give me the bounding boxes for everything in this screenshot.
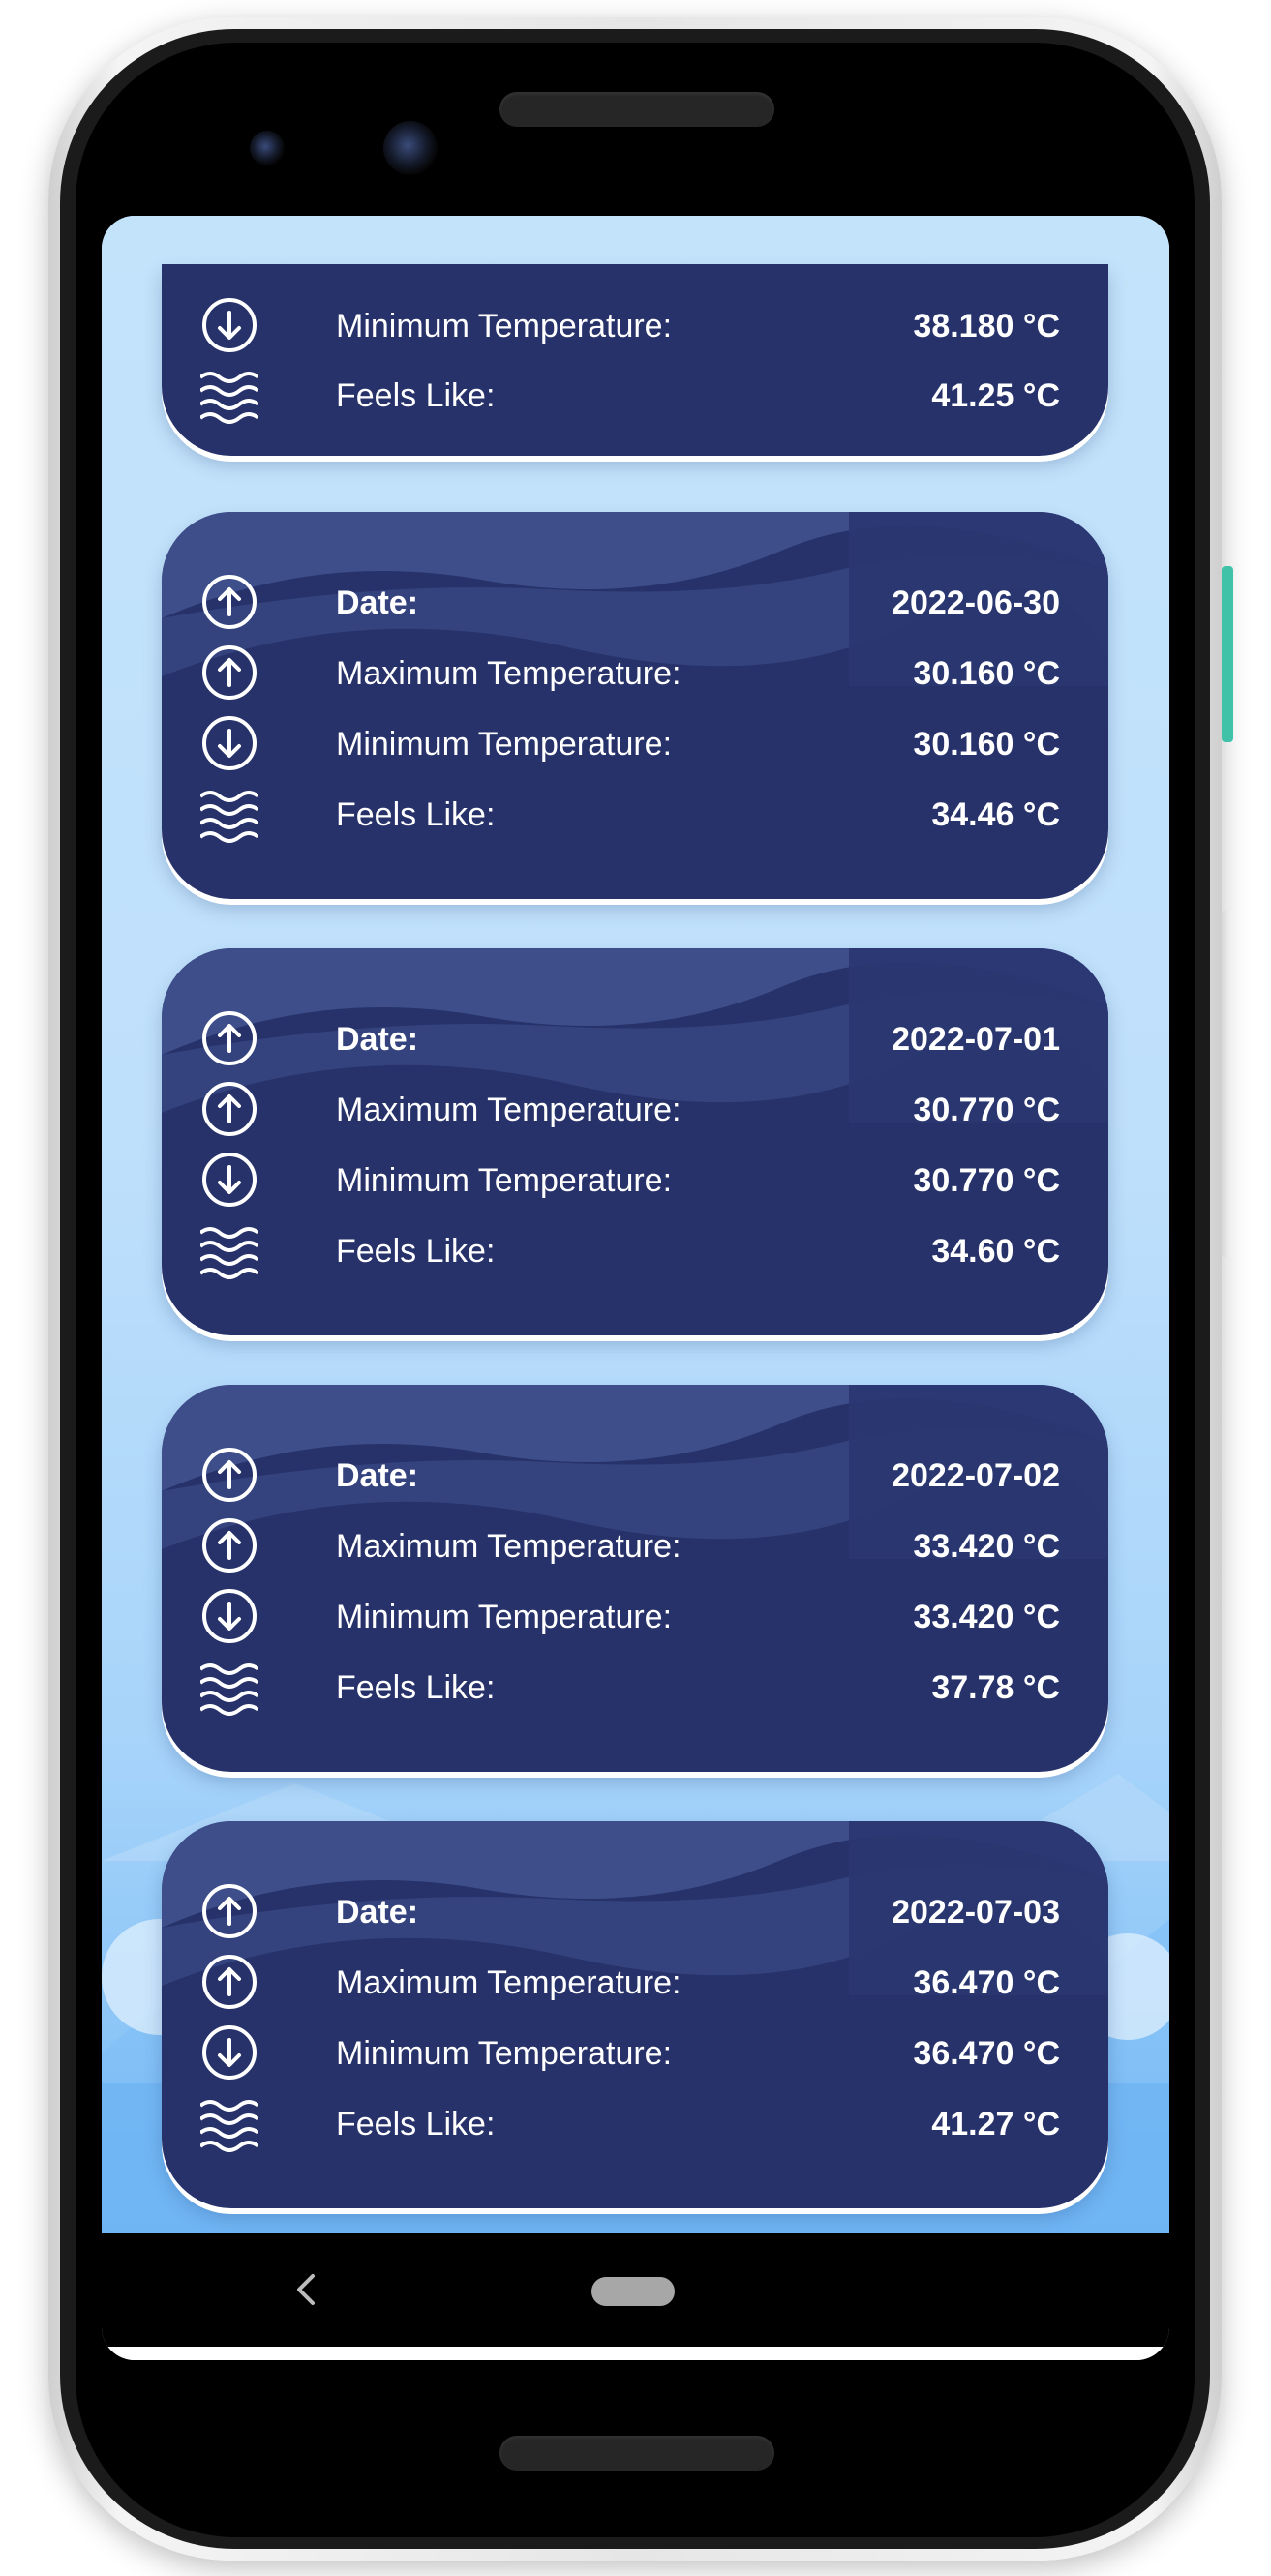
max-temp-value: 30.770 °C xyxy=(913,1092,1060,1128)
arrow-up-circle-icon xyxy=(202,1448,257,1502)
waves-icon xyxy=(200,791,258,843)
arrow-up-circle-icon xyxy=(202,1518,257,1573)
arrow-down-circle-icon xyxy=(202,1153,257,1207)
min-temp-value: 38.180 °C xyxy=(913,308,1060,344)
waves-icon xyxy=(200,2100,258,2152)
min-temp-row: Minimum Temperature: 30.770 °C xyxy=(200,1148,1072,1212)
max-temp-row: Maximum Temperature: 30.770 °C xyxy=(200,1077,1072,1141)
feels-like-label: Feels Like: xyxy=(336,377,496,414)
feels-like-value: 34.46 °C xyxy=(931,796,1060,833)
arrow-up-circle-icon xyxy=(202,1955,257,2009)
max-temp-label: Maximum Temperature: xyxy=(336,1092,681,1128)
arrow-up-circle-icon xyxy=(202,1884,257,1938)
back-chevron-icon[interactable] xyxy=(286,2268,324,2311)
arrow-down-circle-icon xyxy=(202,716,257,770)
min-temp-label: Minimum Temperature: xyxy=(336,726,673,763)
screen-edge xyxy=(102,2347,1169,2360)
min-temp-value: 30.160 °C xyxy=(913,726,1060,763)
min-temp-row: Minimum Temperature: 33.420 °C xyxy=(200,1584,1072,1648)
waves-icon xyxy=(200,372,258,424)
max-temp-value: 33.420 °C xyxy=(913,1528,1060,1565)
forecast-list[interactable]: Minimum Temperature: 38.180 °C Feels Lik… xyxy=(102,216,1169,2233)
feels-like-label: Feels Like: xyxy=(336,2106,496,2142)
date-value: 2022-07-02 xyxy=(892,1457,1060,1494)
date-label: Date: xyxy=(336,1894,419,1931)
arrow-up-circle-icon xyxy=(202,645,257,700)
bottom-speaker xyxy=(499,2436,774,2471)
feels-like-value: 41.27 °C xyxy=(931,2106,1060,2142)
max-temp-label: Maximum Temperature: xyxy=(336,655,681,692)
forecast-card[interactable]: Date: 2022-06-30 Maximum Temperature: 30… xyxy=(162,512,1108,899)
arrow-up-circle-icon xyxy=(202,575,257,629)
forecast-card[interactable]: Date: 2022-07-02 Maximum Temperature: 33… xyxy=(162,1385,1108,1772)
device-mockup: Minimum Temperature: 38.180 °C Feels Lik… xyxy=(0,0,1271,2576)
phone-screen: Minimum Temperature: 38.180 °C Feels Lik… xyxy=(102,216,1169,2360)
feels-like-row: Feels Like: 34.46 °C xyxy=(200,782,1072,846)
power-button xyxy=(1222,566,1233,742)
arrow-down-circle-icon xyxy=(202,298,257,352)
earpiece-speaker xyxy=(499,92,774,127)
feels-like-value: 37.78 °C xyxy=(931,1669,1060,1706)
date-label: Date: xyxy=(336,1457,419,1494)
min-temp-label: Minimum Temperature: xyxy=(336,2035,673,2072)
date-row: Date: 2022-07-01 xyxy=(200,1006,1072,1070)
arrow-up-circle-icon xyxy=(202,1011,257,1065)
feels-like-label: Feels Like: xyxy=(336,796,496,833)
feels-like-label: Feels Like: xyxy=(336,1233,496,1270)
date-row: Date: 2022-06-30 xyxy=(200,570,1072,634)
min-temp-value: 33.420 °C xyxy=(913,1599,1060,1635)
home-pill-icon[interactable] xyxy=(591,2277,675,2306)
front-camera-wide-icon xyxy=(383,121,438,175)
max-temp-value: 30.160 °C xyxy=(913,655,1060,692)
feels-like-value: 34.60 °C xyxy=(931,1233,1060,1270)
date-value: 2022-06-30 xyxy=(892,584,1060,621)
min-temp-label: Minimum Temperature: xyxy=(336,1162,673,1199)
date-row: Date: 2022-07-03 xyxy=(200,1879,1072,1943)
max-temp-row: Maximum Temperature: 30.160 °C xyxy=(200,641,1072,704)
waves-icon xyxy=(200,1227,258,1279)
front-camera-icon xyxy=(250,131,285,165)
arrow-down-circle-icon xyxy=(202,2025,257,2080)
min-temp-label: Minimum Temperature: xyxy=(336,1599,673,1635)
date-value: 2022-07-03 xyxy=(892,1894,1060,1931)
arrow-up-circle-icon xyxy=(202,1082,257,1136)
navigation-bar xyxy=(102,2233,1169,2347)
max-temp-label: Maximum Temperature: xyxy=(336,1964,681,2001)
forecast-card[interactable]: Minimum Temperature: 38.180 °C Feels Lik… xyxy=(162,264,1108,456)
feels-like-label: Feels Like: xyxy=(336,1669,496,1706)
min-temp-label: Minimum Temperature: xyxy=(336,308,673,344)
max-temp-label: Maximum Temperature: xyxy=(336,1528,681,1565)
min-temp-row: Minimum Temperature: 36.470 °C xyxy=(200,2021,1072,2084)
volume-button xyxy=(1222,910,1231,1258)
min-temp-row: Minimum Temperature: 30.160 °C xyxy=(200,711,1072,775)
forecast-card[interactable]: Date: 2022-07-03 Maximum Temperature: 36… xyxy=(162,1821,1108,2208)
feels-like-row: Feels Like: 37.78 °C xyxy=(200,1655,1072,1719)
feels-like-row: Feels Like: 41.25 °C xyxy=(200,363,1072,427)
date-label: Date: xyxy=(336,1021,419,1058)
waves-icon xyxy=(200,1663,258,1716)
arrow-down-circle-icon xyxy=(202,1589,257,1643)
forecast-card[interactable]: Date: 2022-07-01 Maximum Temperature: 30… xyxy=(162,948,1108,1335)
max-temp-row: Maximum Temperature: 36.470 °C xyxy=(200,1950,1072,2014)
min-temp-row: Minimum Temperature: 38.180 °C xyxy=(200,293,1072,357)
feels-like-row: Feels Like: 34.60 °C xyxy=(200,1218,1072,1282)
date-row: Date: 2022-07-02 xyxy=(200,1443,1072,1507)
max-temp-value: 36.470 °C xyxy=(913,1964,1060,2001)
feels-like-value: 41.25 °C xyxy=(931,377,1060,414)
date-value: 2022-07-01 xyxy=(892,1021,1060,1058)
min-temp-value: 36.470 °C xyxy=(913,2035,1060,2072)
date-label: Date: xyxy=(336,584,419,621)
max-temp-row: Maximum Temperature: 33.420 °C xyxy=(200,1513,1072,1577)
min-temp-value: 30.770 °C xyxy=(913,1162,1060,1199)
feels-like-row: Feels Like: 41.27 °C xyxy=(200,2091,1072,2155)
